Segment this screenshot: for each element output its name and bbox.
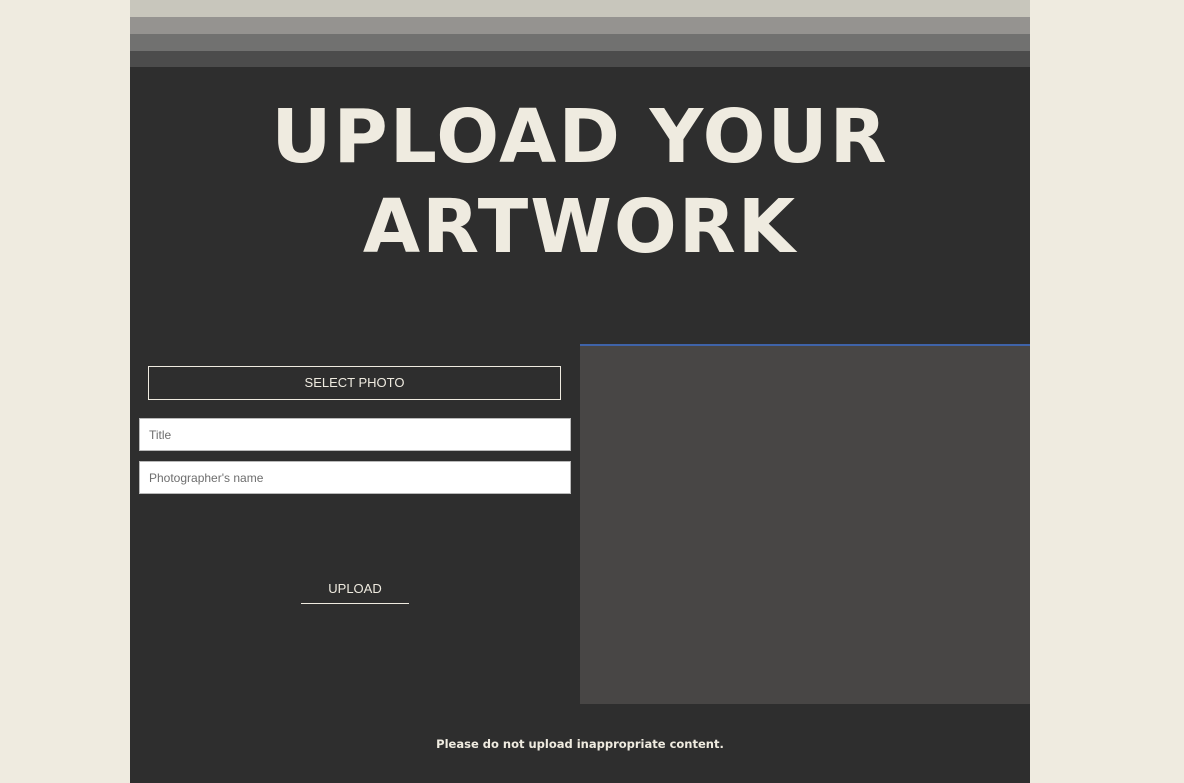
select-photo-button[interactable]: SELECT PHOTO (148, 366, 561, 400)
photo-preview-area (580, 344, 1030, 704)
header-stripe (130, 51, 1030, 67)
page-title: UPLOAD YOUR ARTWORK (130, 92, 1030, 272)
page-title-line-1: UPLOAD YOUR (271, 94, 889, 180)
page-title-line-2: ARTWORK (362, 184, 798, 270)
header-stripe (130, 0, 1030, 17)
title-input[interactable] (139, 418, 571, 451)
upload-button[interactable]: UPLOAD (301, 575, 409, 604)
header-stripe (130, 17, 1030, 34)
upload-page: UPLOAD YOUR ARTWORK SELECT PHOTO UPLOAD … (130, 0, 1030, 783)
content-notice: Please do not upload inappropriate conte… (436, 737, 724, 751)
header-stripe (130, 34, 1030, 51)
photographer-name-input[interactable] (139, 461, 571, 494)
